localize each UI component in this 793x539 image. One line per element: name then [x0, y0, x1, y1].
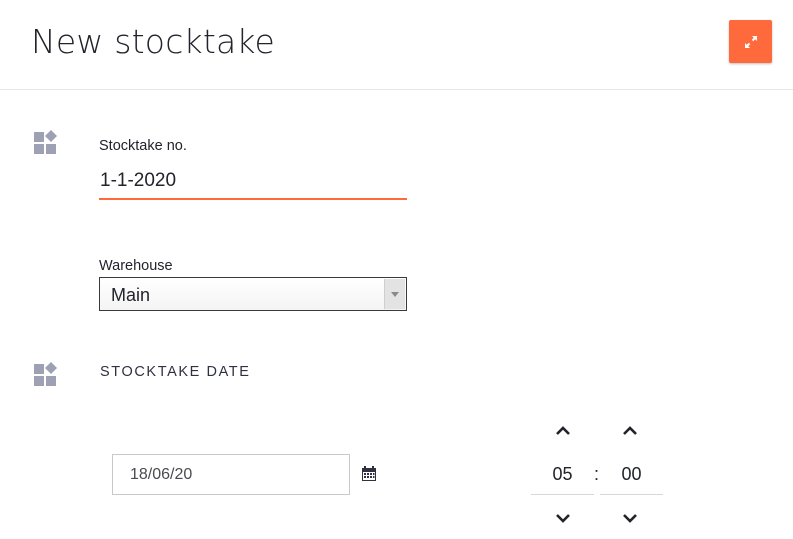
expand-arrows-icon [743, 34, 759, 50]
page-title: New stocktake [31, 22, 276, 61]
calendar-button[interactable] [361, 466, 377, 482]
hours-input[interactable] [531, 455, 594, 495]
select-dropdown-button[interactable] [384, 279, 405, 309]
warehouse-select[interactable]: Main [99, 277, 407, 311]
chevron-down-icon [391, 291, 399, 297]
widgets-icon [33, 362, 59, 388]
date-input[interactable] [112, 454, 350, 495]
chevron-down-icon [620, 511, 640, 525]
stocktake-no-label: Stocktake no. [99, 138, 187, 154]
expand-button[interactable] [729, 20, 772, 63]
minutes-input[interactable] [600, 455, 663, 495]
chevron-up-icon [620, 424, 640, 438]
stocktake-date-heading: STOCKTAKE DATE [100, 364, 251, 380]
page-header: New stocktake [0, 0, 793, 90]
warehouse-selected-value: Main [111, 285, 151, 305]
calendar-icon [361, 466, 377, 482]
chevron-down-icon [553, 511, 573, 525]
stocktake-no-input[interactable] [99, 164, 407, 200]
widgets-icon [33, 130, 59, 156]
hours-decrement-button[interactable] [553, 511, 573, 525]
chevron-up-icon [553, 424, 573, 438]
minutes-decrement-button[interactable] [620, 511, 640, 525]
minutes-increment-button[interactable] [620, 424, 640, 438]
hours-increment-button[interactable] [553, 424, 573, 438]
time-separator: : [594, 464, 600, 484]
warehouse-label: Warehouse [99, 258, 173, 274]
